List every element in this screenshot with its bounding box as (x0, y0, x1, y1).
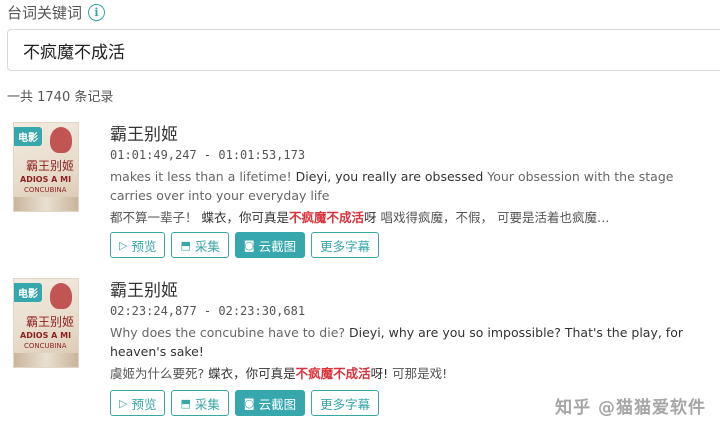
collect-button-label: 采集 (194, 238, 220, 254)
play-icon: ▷ (119, 238, 128, 252)
more-subtitles-label: 更多字幕 (320, 238, 371, 254)
poster-strip (14, 197, 78, 211)
timestamp: 02:23:24,877 - 02:23:30,681 (110, 304, 306, 318)
poster-title-en2: CONCUBINA (24, 342, 67, 350)
subtitle-en-before: makes it less than a lifetime! (110, 169, 292, 184)
collect-icon: ⬒ (180, 396, 191, 410)
movie-poster[interactable]: 电影 霸王别姬 ADIOS A MI CONCUBINA (13, 122, 79, 212)
subtitle-en-match: Dieyi, why are you so impossible? (349, 325, 561, 340)
subtitle-cn-rest: 唱戏得疯魔，不假， 可要是活着也疯魔… (380, 210, 610, 225)
preview-button[interactable]: ▷ 预览 (110, 232, 166, 258)
camera-icon: ◙ (243, 396, 255, 410)
more-subtitles-button[interactable]: 更多字幕 (311, 390, 380, 416)
subtitle-cn-before: 都不算一辈子！ (110, 210, 198, 225)
subtitle-cn: 虞姬为什么要死? 蝶衣，你可真是不疯魔不成活呀! 可那是戏! (110, 363, 710, 382)
screenshot-button[interactable]: ◙ 云截图 (234, 390, 306, 416)
more-subtitles-button[interactable]: 更多字幕 (311, 232, 380, 258)
collect-icon: ⬒ (180, 238, 191, 252)
poster-figure-icon (50, 127, 72, 153)
watermark: 知乎 @猫猫爱软件 (555, 398, 706, 418)
subtitle-en: Why does the concubine have to die? Diey… (110, 323, 710, 361)
subtitle-cn-before: 虞姬为什么要死? (110, 366, 205, 381)
more-subtitles-label: 更多字幕 (320, 396, 371, 412)
poster-title-cn: 霸王别姬 (26, 315, 75, 329)
poster-title-en: ADIOS A MI (20, 331, 72, 340)
movie-title[interactable]: 霸王别姬 (110, 276, 178, 301)
poster-title-cn: 霸王别姬 (26, 159, 75, 173)
movie-poster[interactable]: 电影 霸王别姬 ADIOS A MI CONCUBINA (13, 278, 79, 368)
screenshot-button-label: 云截图 (258, 238, 297, 254)
preview-button[interactable]: ▷ 预览 (110, 390, 166, 416)
action-buttons: ▷ 预览 ⬒ 采集 ◙ 云截图 更多字幕 (110, 232, 380, 258)
subtitle-cn-mid: 蝶衣，你可真是 (208, 366, 296, 381)
subtitle-en-before: Why does the concubine have to die? (110, 325, 346, 340)
poster-title-en: ADIOS A MI (20, 175, 72, 184)
collect-button[interactable]: ⬒ 采集 (171, 390, 229, 416)
movie-title[interactable]: 霸王别姬 (110, 120, 178, 145)
poster-figure-icon (50, 283, 72, 309)
search-input[interactable] (23, 40, 623, 60)
poster-title-en2: CONCUBINA (24, 186, 67, 194)
poster-strip (14, 353, 78, 367)
info-icon[interactable]: i (88, 3, 106, 21)
category-badge: 电影 (14, 283, 42, 302)
subtitle-cn: 都不算一辈子！ 蝶衣，你可真是不疯魔不成活呀 唱戏得疯魔，不假， 可要是活着也疯… (110, 207, 710, 226)
subtitle-cn-mid: 蝶衣，你可真是 (201, 210, 290, 225)
subtitle-cn-after: 呀 (364, 210, 377, 225)
subtitle-keyword: 不疯魔不成活 (295, 366, 371, 381)
timestamp: 01:01:49,247 - 01:01:53,173 (110, 148, 306, 162)
filter-label-row: 台词关键词 i (7, 2, 106, 22)
collect-button-label: 采集 (194, 396, 220, 412)
screenshot-button-label: 云截图 (258, 396, 297, 412)
action-buttons: ▷ 预览 ⬒ 采集 ◙ 云截图 更多字幕 (110, 390, 380, 416)
category-badge: 电影 (14, 127, 42, 146)
subtitle-en-match: Dieyi, you really are obsessed (295, 169, 484, 184)
preview-button-label: 预览 (131, 238, 157, 254)
filter-label: 台词关键词 (7, 3, 83, 22)
screenshot-button[interactable]: ◙ 云截图 (234, 232, 306, 258)
subtitle-cn-after: 呀! (370, 366, 389, 381)
subtitle-keyword: 不疯魔不成活 (289, 210, 365, 225)
subtitle-en: makes it less than a lifetime! Dieyi, yo… (110, 167, 710, 205)
camera-icon: ◙ (243, 238, 255, 252)
collect-button[interactable]: ⬒ 采集 (171, 232, 229, 258)
results-count: 一共 1740 条记录 (7, 90, 114, 105)
play-icon: ▷ (119, 396, 128, 410)
subtitle-cn-rest: 可那是戏! (392, 366, 448, 381)
search-box[interactable] (7, 29, 720, 71)
preview-button-label: 预览 (131, 396, 157, 412)
